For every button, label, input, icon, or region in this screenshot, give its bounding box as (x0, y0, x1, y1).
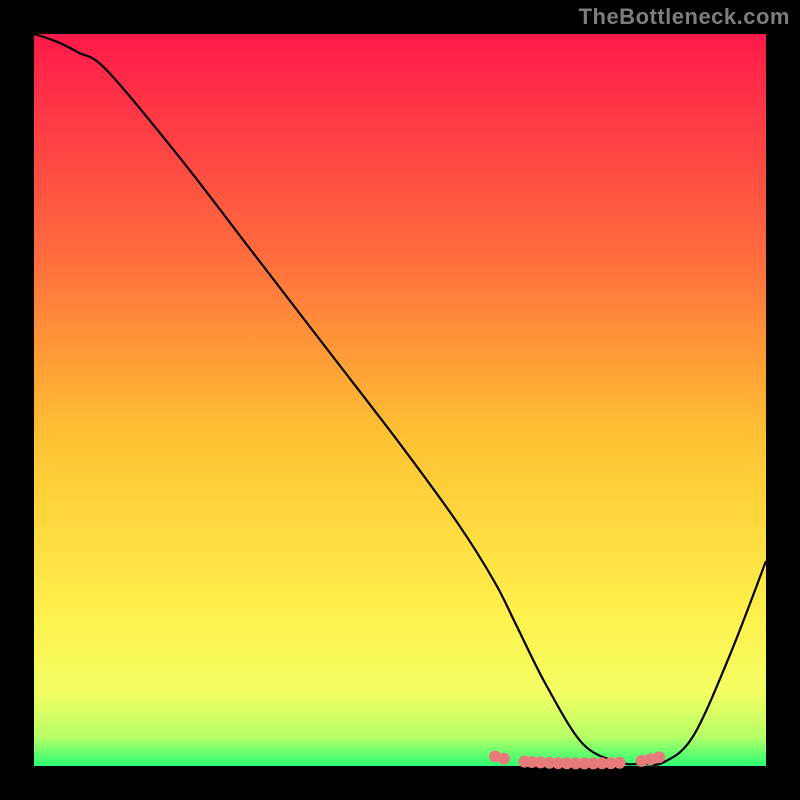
chart-frame: TheBottleneck.com (0, 0, 800, 800)
bottom-marker (498, 753, 510, 765)
bottom-marker (614, 757, 626, 769)
bottleneck-chart (0, 0, 800, 800)
bottom-marker (653, 751, 665, 763)
watermark-text: TheBottleneck.com (579, 4, 790, 30)
plot-background (34, 34, 766, 766)
